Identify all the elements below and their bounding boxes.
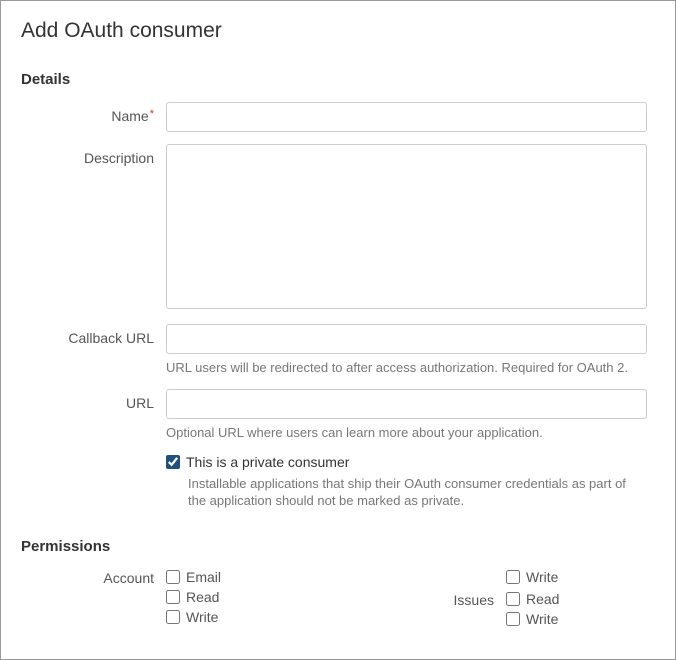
label-empty-private [21,454,166,460]
perm-account-read-label: Read [186,589,219,605]
label-name: Name* [21,102,166,124]
url-input[interactable] [166,389,647,419]
page-title: Add OAuth consumer [21,19,647,43]
section-heading-permissions: Permissions [21,538,647,555]
row-name: Name* [21,102,647,132]
private-consumer-checkbox[interactable] [166,455,180,469]
required-asterisk: * [150,108,154,120]
description-textarea[interactable] [166,144,647,309]
perm-extra-write-checkbox[interactable] [506,570,520,584]
help-url: Optional URL where users can learn more … [166,425,647,442]
perm-account-write-label: Write [186,609,218,625]
account-options: Email Read Write [166,569,446,625]
help-callback-url: URL users will be redirected to after ac… [166,360,647,377]
perm-issues-read-checkbox[interactable] [506,592,520,606]
private-consumer-label: This is a private consumer [186,454,349,470]
row-callback-url: Callback URL URL users will be redirecte… [21,324,647,377]
label-url: URL [21,389,166,411]
label-callback-url: Callback URL [21,324,166,346]
perm-account-email-checkbox[interactable] [166,570,180,584]
oauth-consumer-form: Add OAuth consumer Details Name* Descrip… [0,0,676,660]
issues-options: Read Write [506,591,559,627]
row-private-consumer: This is a private consumer Installable a… [21,454,647,510]
perm-account-email-label: Email [186,569,221,585]
perm-issues-write-label: Write [526,611,558,627]
label-description: Description [21,144,166,166]
perm-issues-write-checkbox[interactable] [506,612,520,626]
callback-url-input[interactable] [166,324,647,354]
help-private-consumer: Installable applications that ship their… [188,476,647,510]
label-name-text: Name [111,108,148,124]
section-heading-details: Details [21,71,647,88]
perm-account-read-checkbox[interactable] [166,590,180,604]
section-permissions: Permissions Account Email Read [21,538,647,637]
label-issues: Issues [446,591,506,627]
label-account: Account [21,569,166,637]
perm-extra-write-label: Write [526,569,558,585]
perm-account-write-checkbox[interactable] [166,610,180,624]
name-input[interactable] [166,102,647,132]
row-url: URL Optional URL where users can learn m… [21,389,647,442]
perm-issues-read-label: Read [526,591,559,607]
row-description: Description [21,144,647,312]
